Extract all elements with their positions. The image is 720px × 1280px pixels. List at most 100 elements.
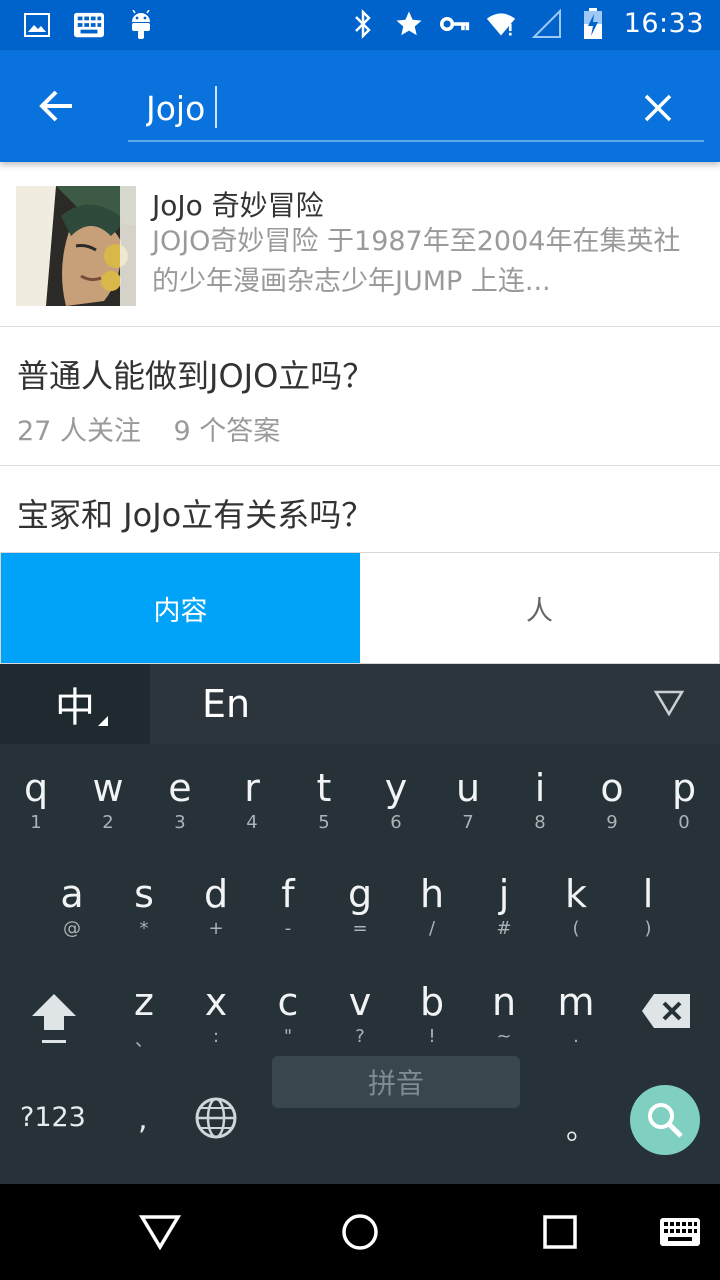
- tab-content[interactable]: 内容: [1, 553, 360, 663]
- image-icon: [22, 10, 52, 40]
- key-b[interactable]: b!: [396, 980, 468, 1047]
- key-letter: g: [347, 872, 373, 916]
- key-j[interactable]: j #: [468, 872, 540, 939]
- key-q[interactable]: q1: [0, 766, 72, 833]
- key-k[interactable]: k(: [540, 872, 612, 939]
- search-action-key[interactable]: [630, 1085, 700, 1155]
- status-bar: 16:33: [0, 0, 720, 50]
- backspace-key[interactable]: [640, 992, 692, 1034]
- clear-search-button[interactable]: [634, 84, 682, 132]
- key-letter: d: [203, 872, 229, 916]
- key-hint: .: [573, 1026, 579, 1047]
- key-hint: *: [139, 918, 149, 939]
- back-button[interactable]: [30, 80, 82, 132]
- key-s[interactable]: s *: [108, 872, 180, 939]
- key-hint: 5: [318, 812, 330, 833]
- nav-keyboard-button[interactable]: [656, 1208, 704, 1256]
- key-hint: !: [428, 1026, 436, 1047]
- question-result[interactable]: 普通人能做到JOJO立吗？ 27 人关注 9 个答案: [0, 327, 720, 466]
- topic-description: JOJO奇妙冒险 于1987年至2004年在集英社的少年漫画杂志少年JUMP 上…: [152, 226, 681, 297]
- key-o[interactable]: o9: [576, 766, 648, 833]
- key-m[interactable]: m.: [540, 980, 612, 1047]
- key-hint: (: [572, 918, 580, 939]
- bluetooth-icon: [348, 8, 378, 39]
- key-letter: v: [348, 980, 372, 1024]
- key-n[interactable]: n ~: [468, 980, 540, 1047]
- key-hint: =: [352, 918, 368, 939]
- key-hint: :: [212, 1026, 220, 1047]
- keyboard-toolbar: 中 En: [0, 664, 720, 744]
- shift-key[interactable]: [28, 992, 80, 1048]
- nav-home-button[interactable]: [336, 1208, 384, 1256]
- key-hint: ): [644, 918, 652, 939]
- key-y[interactable]: y6: [360, 766, 432, 833]
- key-d[interactable]: d +: [180, 872, 252, 939]
- key-letter: f: [281, 872, 295, 916]
- clock: 16:33: [623, 8, 704, 39]
- key-z[interactable]: z、: [108, 980, 180, 1052]
- key-hint: -: [284, 918, 292, 939]
- circle-home-icon: [342, 1214, 378, 1250]
- key-letter: k: [564, 872, 587, 916]
- key-x[interactable]: x:: [180, 980, 252, 1047]
- key-letter: r: [244, 766, 260, 810]
- collapse-keyboard-icon[interactable]: [653, 690, 685, 720]
- nav-back-button[interactable]: [136, 1208, 184, 1256]
- key-p[interactable]: p0: [648, 766, 720, 833]
- key-letter: l: [642, 872, 654, 916]
- key-r[interactable]: r4: [216, 766, 288, 833]
- star-icon: [394, 9, 424, 39]
- key-letter: i: [534, 766, 546, 810]
- key-letter: a: [60, 872, 84, 916]
- key-letter: s: [134, 872, 154, 916]
- symbols-key[interactable]: ?123: [20, 1102, 86, 1133]
- key-h[interactable]: h /: [396, 872, 468, 939]
- space-key[interactable]: 拼音: [272, 1056, 520, 1108]
- key-hint: ?: [355, 1026, 365, 1047]
- english-mode-bar[interactable]: En: [150, 664, 720, 744]
- topic-result[interactable]: JoJo 奇妙冒险 JOJO奇妙冒险 于1987年至2004年在集英社的少年漫画…: [0, 162, 720, 327]
- question-result[interactable]: 宝冢和 JoJo立有关系吗？: [0, 466, 720, 556]
- square-recents-icon: [543, 1215, 577, 1249]
- result-type-tabs: 内容 人: [0, 552, 720, 664]
- key-v[interactable]: v?: [324, 980, 396, 1047]
- key-letter: o: [600, 766, 624, 810]
- key-hint: 7: [462, 812, 474, 833]
- comma-key[interactable]: ,: [138, 1102, 148, 1137]
- key-letter: n: [491, 980, 517, 1024]
- question-title: 普通人能做到JOJO立吗？: [17, 357, 375, 395]
- key-l[interactable]: l): [612, 872, 684, 939]
- triangle-back-icon: [139, 1215, 181, 1250]
- key-f[interactable]: f-: [252, 872, 324, 939]
- chinese-mode-label: 中: [55, 685, 95, 731]
- key-letter: w: [92, 766, 124, 810]
- key-i[interactable]: i8: [504, 766, 576, 833]
- period-key[interactable]: 。: [566, 1104, 596, 1148]
- key-a[interactable]: a @: [36, 872, 108, 939]
- nav-recents-button[interactable]: [536, 1208, 584, 1256]
- question-title: 宝冢和 JoJo立有关系吗？: [17, 496, 374, 534]
- key-hint: 3: [174, 812, 186, 833]
- key-e[interactable]: e3: [144, 766, 216, 833]
- soft-keyboard: 中 En q1w2e3r4t5y6u7i8o9p0 a @ s * d + f - g = h / j #…: [0, 664, 720, 1184]
- key-c[interactable]: c ": [252, 980, 324, 1047]
- key-w[interactable]: w2: [72, 766, 144, 833]
- key-hint: ": [283, 1026, 293, 1047]
- android-icon: [126, 10, 156, 40]
- language-switch-key[interactable]: [194, 1096, 238, 1144]
- shift-arrow-icon: [32, 994, 76, 1043]
- key-hint: +: [208, 918, 224, 939]
- key-letter: z: [134, 980, 154, 1024]
- text-cursor: [215, 86, 217, 128]
- chinese-mode-key[interactable]: 中: [0, 664, 150, 744]
- topic-thumbnail: [16, 186, 136, 306]
- keyboard-grid-icon: [74, 10, 104, 40]
- key-letter: m: [557, 980, 595, 1024]
- key-letter: u: [455, 766, 481, 810]
- key-t[interactable]: t5: [288, 766, 360, 833]
- key-g[interactable]: g =: [324, 872, 396, 939]
- tab-people[interactable]: 人: [360, 553, 719, 663]
- corner-triangle-icon: [98, 716, 108, 726]
- key-u[interactable]: u7: [432, 766, 504, 833]
- search-results-list: JoJo 奇妙冒险 JOJO奇妙冒险 于1987年至2004年在集英社的少年漫画…: [0, 162, 720, 556]
